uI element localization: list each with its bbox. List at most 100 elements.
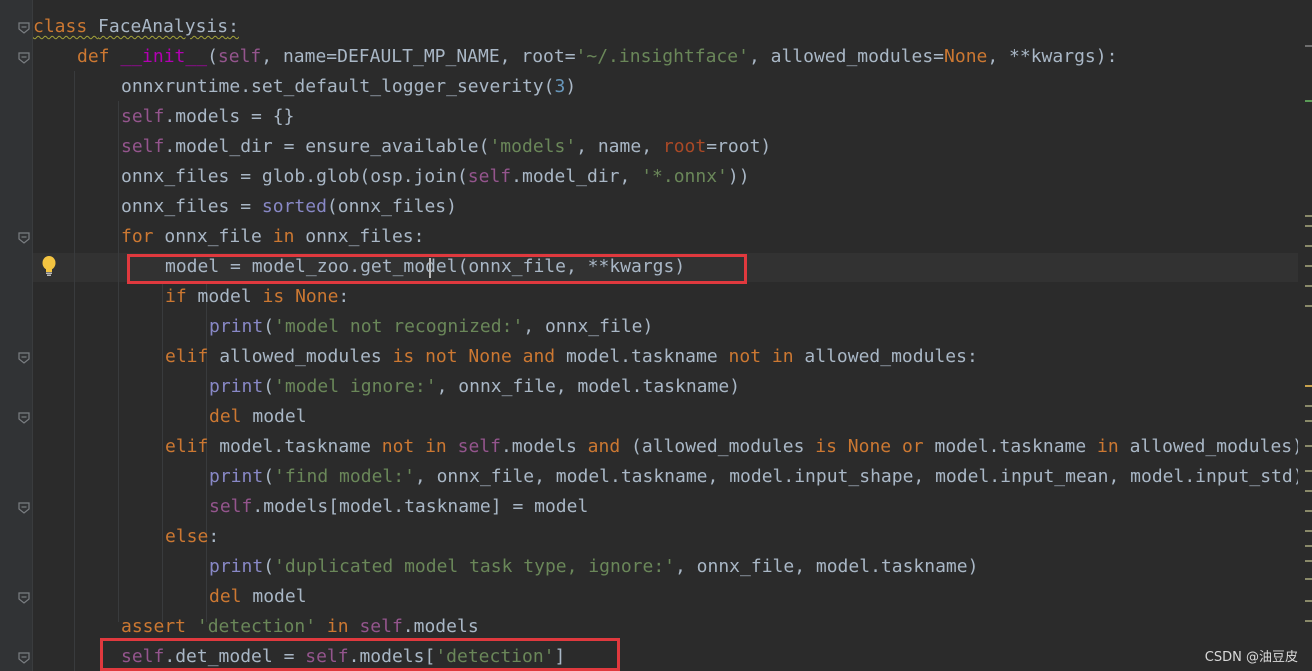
code-token: print	[209, 556, 264, 577]
fold-marker-icon[interactable]	[17, 591, 31, 605]
scrollbar-marker[interactable]	[1305, 285, 1312, 287]
scrollbar-marker[interactable]	[1305, 265, 1312, 267]
code-token: else	[165, 526, 209, 547]
indent-guide	[74, 71, 75, 671]
code-line[interactable]: class FaceAnalysis:	[33, 12, 239, 42]
code-token: )	[565, 76, 577, 97]
code-token: and	[587, 436, 632, 457]
scrollbar-marker[interactable]	[1305, 578, 1312, 580]
lightbulb-icon[interactable]	[40, 255, 58, 277]
code-token: , onnx_file)	[523, 316, 654, 337]
scrollbar-marker[interactable]	[1305, 405, 1312, 407]
code-line[interactable]: print('find model:', onnx_file, model.ta…	[209, 462, 1304, 492]
indent-guide	[118, 101, 119, 622]
code-token: None	[944, 46, 988, 67]
code-line[interactable]: self.models = {}	[121, 102, 294, 132]
code-token: :	[228, 16, 239, 37]
scrollbar-marker[interactable]	[1305, 510, 1312, 512]
scrollbar-marker[interactable]	[1305, 560, 1312, 562]
scrollbar-marker[interactable]	[1305, 215, 1312, 217]
code-line[interactable]: del model	[209, 582, 307, 612]
code-token: not in	[381, 436, 458, 457]
code-token: self	[457, 436, 501, 457]
gutter-separator	[32, 0, 33, 671]
code-line[interactable]: elif model.taskname not in self.models a…	[165, 432, 1312, 462]
code-line[interactable]: if model is None:	[165, 282, 349, 312]
scrollbar-marker[interactable]	[1305, 420, 1312, 422]
code-token: onnx_files = glob.glob(osp.join(	[121, 166, 468, 187]
code-token: , allowed_modules=	[748, 46, 945, 67]
fold-marker-icon[interactable]	[17, 21, 31, 35]
scrollbar-marker[interactable]	[1305, 600, 1312, 602]
indent-guide	[162, 281, 163, 622]
scrollbar-marker[interactable]	[1305, 470, 1312, 472]
editor-gutter	[0, 0, 32, 671]
code-token: if	[165, 286, 198, 307]
code-token: self	[209, 496, 253, 517]
scrollbar-marker[interactable]	[1305, 245, 1312, 247]
scrollbar-marker[interactable]	[1305, 545, 1312, 547]
code-token: , onnx_file, model.taskname, model.input…	[414, 466, 1304, 487]
scrollbar-marker[interactable]	[1305, 530, 1312, 532]
scrollbar-marker[interactable]	[1305, 490, 1312, 492]
code-token: 'detection'	[196, 616, 317, 637]
code-token: self	[121, 136, 165, 157]
scrollbar-marker[interactable]	[1305, 100, 1312, 102]
code-token: , name=DEFAULT_MP_NAME, root=	[261, 46, 576, 67]
code-line[interactable]: onnx_files = glob.glob(osp.join(self.mod…	[121, 162, 750, 192]
code-token: print	[209, 466, 264, 487]
highlight-box-get-model	[127, 254, 747, 284]
code-token: onnx_file	[164, 226, 273, 247]
code-token: for	[121, 226, 165, 247]
code-token: (	[207, 46, 218, 67]
fold-marker-icon[interactable]	[17, 231, 31, 245]
code-token: onnxruntime.set_default_logger_severity(	[121, 76, 555, 97]
scrollbar-marker[interactable]	[1305, 620, 1312, 622]
fold-marker-icon[interactable]	[17, 651, 31, 665]
code-token: onnx_files:	[305, 226, 425, 247]
code-token: in	[326, 616, 360, 637]
code-line[interactable]: print('model not recognized:', onnx_file…	[209, 312, 653, 342]
code-token: self	[467, 166, 512, 187]
code-token: __init__	[120, 46, 208, 67]
code-line[interactable]: self.models[model.taskname] = model	[209, 492, 588, 522]
fold-marker-icon[interactable]	[17, 501, 31, 515]
code-line[interactable]: def __init__(self, name=DEFAULT_MP_NAME,…	[77, 42, 1117, 72]
code-token: not in	[728, 346, 805, 367]
code-token: self	[217, 46, 262, 67]
code-token: (	[263, 376, 275, 397]
code-token: is	[262, 286, 296, 307]
code-token: is not None and	[392, 346, 566, 367]
code-line[interactable]: onnx_files = sorted(onnx_files)	[121, 192, 457, 222]
code-token: FaceAnalysis	[98, 16, 229, 37]
code-editor[interactable]: class FaceAnalysis: def __init__(self, na…	[0, 0, 1312, 671]
code-token: , onnx_file, model.taskname)	[675, 556, 979, 577]
code-line[interactable]: for onnx_file in onnx_files:	[121, 222, 424, 252]
scrollbar-marker[interactable]	[1305, 385, 1312, 387]
code-line[interactable]: print('model ignore:', onnx_file, model.…	[209, 372, 740, 402]
code-line[interactable]: else:	[165, 522, 219, 552]
scrollbar-marker[interactable]	[1305, 305, 1312, 307]
code-token: '~/.insightface'	[575, 46, 749, 67]
code-line[interactable]: onnxruntime.set_default_logger_severity(…	[121, 72, 576, 102]
code-token: self	[121, 106, 165, 127]
code-token: 'models'	[489, 136, 577, 157]
scrollbar-marker[interactable]	[1305, 225, 1312, 227]
code-token: (	[263, 556, 275, 577]
code-line[interactable]: print('duplicated model task type, ignor…	[209, 552, 978, 582]
fold-marker-icon[interactable]	[17, 51, 31, 65]
code-token: :	[338, 286, 350, 307]
fold-marker-icon[interactable]	[17, 411, 31, 425]
code-line[interactable]: self.model_dir = ensure_available('model…	[121, 132, 771, 162]
code-token: del	[209, 586, 253, 607]
code-token: root	[662, 136, 707, 157]
code-token: assert	[121, 616, 197, 637]
code-token: model	[252, 586, 307, 607]
scrollbar-marker[interactable]	[1305, 45, 1312, 47]
scrollbar-marker[interactable]	[1305, 445, 1312, 447]
code-line[interactable]: elif allowed_modules is not None and mod…	[165, 342, 978, 372]
fold-marker-icon[interactable]	[17, 351, 31, 365]
code-token: =root)	[706, 136, 772, 157]
code-token: .model_dir,	[511, 166, 642, 187]
code-line[interactable]: del model	[209, 402, 307, 432]
